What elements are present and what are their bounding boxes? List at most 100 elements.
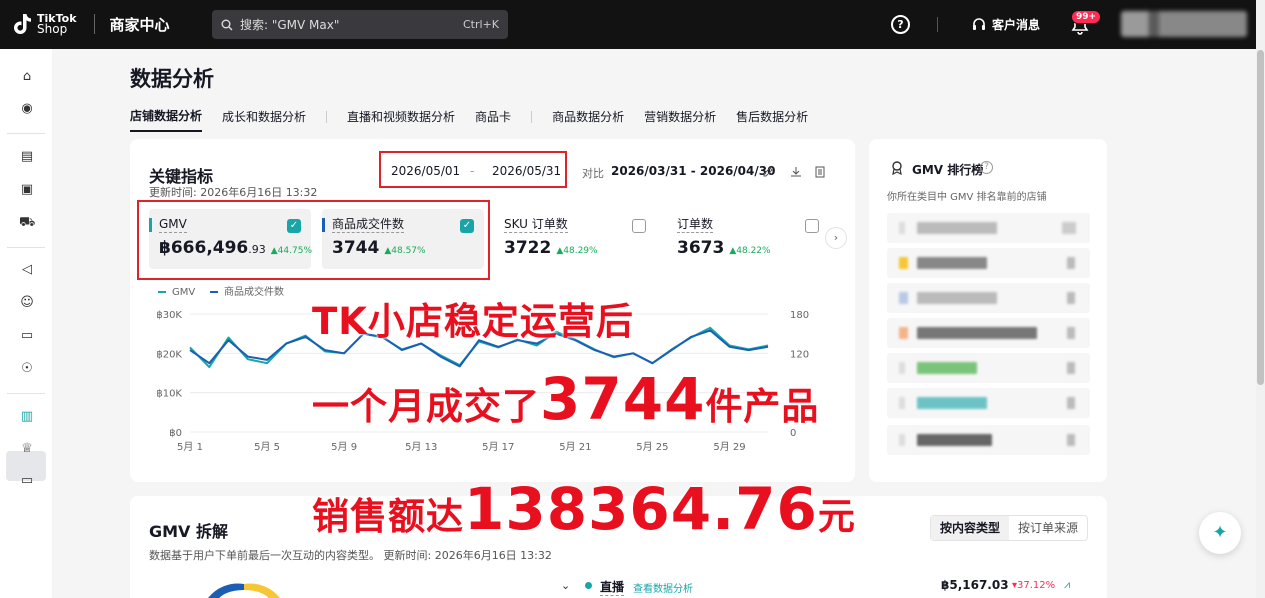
kpi-orders[interactable]: 订单数 3673 ▲48.22% [667, 209, 829, 269]
download-icon[interactable] [790, 166, 802, 178]
customer-messages-button[interactable]: 客户消息 [971, 16, 1040, 33]
x-tick-label: 5月 1 [177, 441, 203, 453]
compare-range[interactable]: 2026/03/31 - 2026/04/30 [611, 164, 775, 178]
overlay-text-line3: 销售额达138364.76元 [312, 475, 856, 543]
top-bar: TikTok Shop 商家中心 搜索: "GMV Max" Ctrl+K ? … [0, 0, 1256, 49]
kpi-change: ▲48.22% [729, 246, 771, 256]
toggle-by-order-source[interactable]: 按订单来源 [1009, 516, 1087, 540]
kpi-checkbox-checked[interactable]: ✓ [460, 219, 474, 233]
overlay-line2-b: 3744 [540, 365, 706, 433]
analytics-icon[interactable]: ▥ [19, 409, 35, 425]
date-separator: - [470, 164, 475, 178]
view-analytics-link[interactable]: 查看数据分析 [633, 580, 693, 595]
tab-after-sales-analytics[interactable]: 售后数据分析 [736, 108, 808, 131]
ranking-subtitle: 你所在类目中 GMV 排名靠前的店铺 [887, 192, 1047, 203]
kpi-next-arrow[interactable]: › [825, 227, 847, 249]
box-icon[interactable]: ▣ [19, 182, 35, 198]
x-tick-label: 5月 21 [559, 441, 591, 453]
overlay-line2-c: 件产品 [705, 385, 820, 428]
overlay-text-line1: TK小店稳定运营后 [312, 300, 634, 343]
kpi-value: ฿666,496.93 ▲44.75% [159, 238, 312, 258]
ranking-row[interactable] [887, 318, 1090, 348]
users-icon[interactable]: ☺ [19, 295, 35, 311]
brand-logo[interactable]: TikTok Shop 商家中心 [12, 12, 170, 36]
headset-icon [973, 17, 985, 30]
ai-assistant-sparkle-icon[interactable]: ✦ [1199, 512, 1241, 554]
toggle-by-content-type[interactable]: 按内容类型 [931, 516, 1009, 540]
legend-label: GMV [172, 287, 195, 298]
kpi-sku-orders[interactable]: SKU 订单数 3722 ▲48.29% [494, 209, 656, 269]
notification-badge: 99+ [1071, 10, 1102, 24]
ranking-row[interactable] [887, 353, 1090, 383]
ranking-row[interactable] [887, 283, 1090, 313]
x-tick-label: 5月 5 [254, 441, 280, 453]
page-scrollbar[interactable] [1256, 0, 1265, 598]
tab-store-analytics[interactable]: 店铺数据分析 [130, 107, 203, 132]
trend-chart-icon[interactable]: ⩘ [1064, 578, 1070, 592]
edit-icon[interactable] [762, 166, 774, 178]
ranking-row[interactable] [887, 388, 1090, 418]
sidebar-divider [7, 247, 45, 248]
kpi-label: 商品成交件数 [332, 217, 405, 233]
video-icon[interactable]: ▭ [19, 328, 35, 344]
breakdown-row-label: 直播 [600, 580, 625, 596]
date-start[interactable]: 2026/05/01 [391, 164, 460, 178]
ranking-row[interactable] [887, 213, 1090, 243]
x-tick-label: 5月 29 [713, 441, 745, 453]
kpi-checkbox-checked[interactable]: ✓ [287, 219, 301, 233]
user-account-avatar[interactable] [1121, 11, 1247, 37]
kpi-label: 订单数 [677, 217, 714, 233]
seller-center-title: 商家中心 [109, 15, 170, 34]
ranking-row[interactable] [887, 425, 1090, 455]
kpi-color-bar [149, 218, 152, 232]
kpi-value-main: 3673 [677, 238, 725, 258]
x-tick-label: 5月 17 [482, 441, 514, 453]
kpi-checkbox-unchecked[interactable] [805, 219, 819, 233]
y-right-tick-label: 120 [790, 349, 809, 360]
key-metrics-updated: 更新时间: 2026年6月16日 13:32 [149, 186, 318, 199]
truck-icon[interactable]: ⛟ [19, 215, 35, 231]
tab-product-card[interactable]: 商品卡 [475, 108, 511, 131]
breakdown-title: GMV 拆解 [149, 522, 229, 541]
tab-product-analytics[interactable]: 商品数据分析 [552, 108, 624, 131]
document-icon[interactable] [814, 166, 826, 178]
breakdown-subtitle: 数据基于用户下单前最后一次互动的内容类型。 更新时间: 2026年6月16日 1… [149, 549, 552, 562]
kpi-gmv[interactable]: GMV ✓ ฿666,496.93 ▲44.75% [149, 209, 312, 269]
sidebar-divider [7, 393, 45, 394]
chevron-down-icon[interactable]: ⌄ [561, 579, 570, 592]
date-end[interactable]: 2026/05/31 [492, 164, 561, 178]
wallet-icon[interactable]: ▭ [19, 473, 35, 489]
clipboard-icon[interactable]: ▤ [19, 149, 35, 165]
tab-growth-analytics[interactable]: 成长和数据分析 [222, 108, 306, 131]
search-input[interactable]: 搜索: "GMV Max" Ctrl+K [212, 10, 508, 39]
overlay-text-line2: 一个月成交了3744件产品 [312, 365, 819, 433]
tab-live-video-analytics[interactable]: 直播和视频数据分析 [347, 108, 455, 131]
page-title: 数据分析 [130, 67, 214, 91]
breakdown-toggle: 按内容类型 按订单来源 [930, 515, 1088, 541]
legend-label: 商品成交件数 [224, 285, 284, 298]
legend-dot [585, 582, 592, 589]
search-placeholder: 搜索: "GMV Max" [240, 18, 340, 32]
ranking-row[interactable] [887, 248, 1090, 278]
info-icon[interactable]: ? [980, 161, 993, 174]
search-shortcut: Ctrl+K [462, 18, 499, 31]
trophy-icon[interactable]: ♕ [19, 441, 35, 457]
kpi-items-sold[interactable]: 商品成交件数 ✓ 3744 ▲48.57% [322, 209, 484, 269]
megaphone-icon[interactable]: ◁ [19, 262, 35, 278]
analytics-tabs: 店铺数据分析 成长和数据分析 直播和视频数据分析 商品卡 商品数据分析 营销数据… [130, 107, 828, 132]
kpi-change: ▲48.29% [556, 246, 598, 256]
donut-chart [208, 583, 280, 598]
target-icon[interactable]: ◉ [19, 101, 35, 117]
overlay-line3-c: 元 [817, 495, 856, 538]
award-icon [892, 161, 902, 175]
kpi-checkbox-unchecked[interactable] [632, 219, 646, 233]
kpi-label: SKU 订单数 [504, 217, 568, 233]
help-icon[interactable]: ? [891, 15, 910, 34]
home-icon[interactable]: ⌂ [19, 69, 35, 85]
breakdown-row-change: ▾37.12% [1012, 580, 1056, 591]
search-icon [221, 19, 233, 30]
medal-icon[interactable]: ☉ [19, 361, 35, 377]
tab-divider [326, 110, 328, 123]
scrollbar-thumb[interactable] [1257, 50, 1264, 385]
tab-marketing-analytics[interactable]: 营销数据分析 [644, 108, 716, 131]
